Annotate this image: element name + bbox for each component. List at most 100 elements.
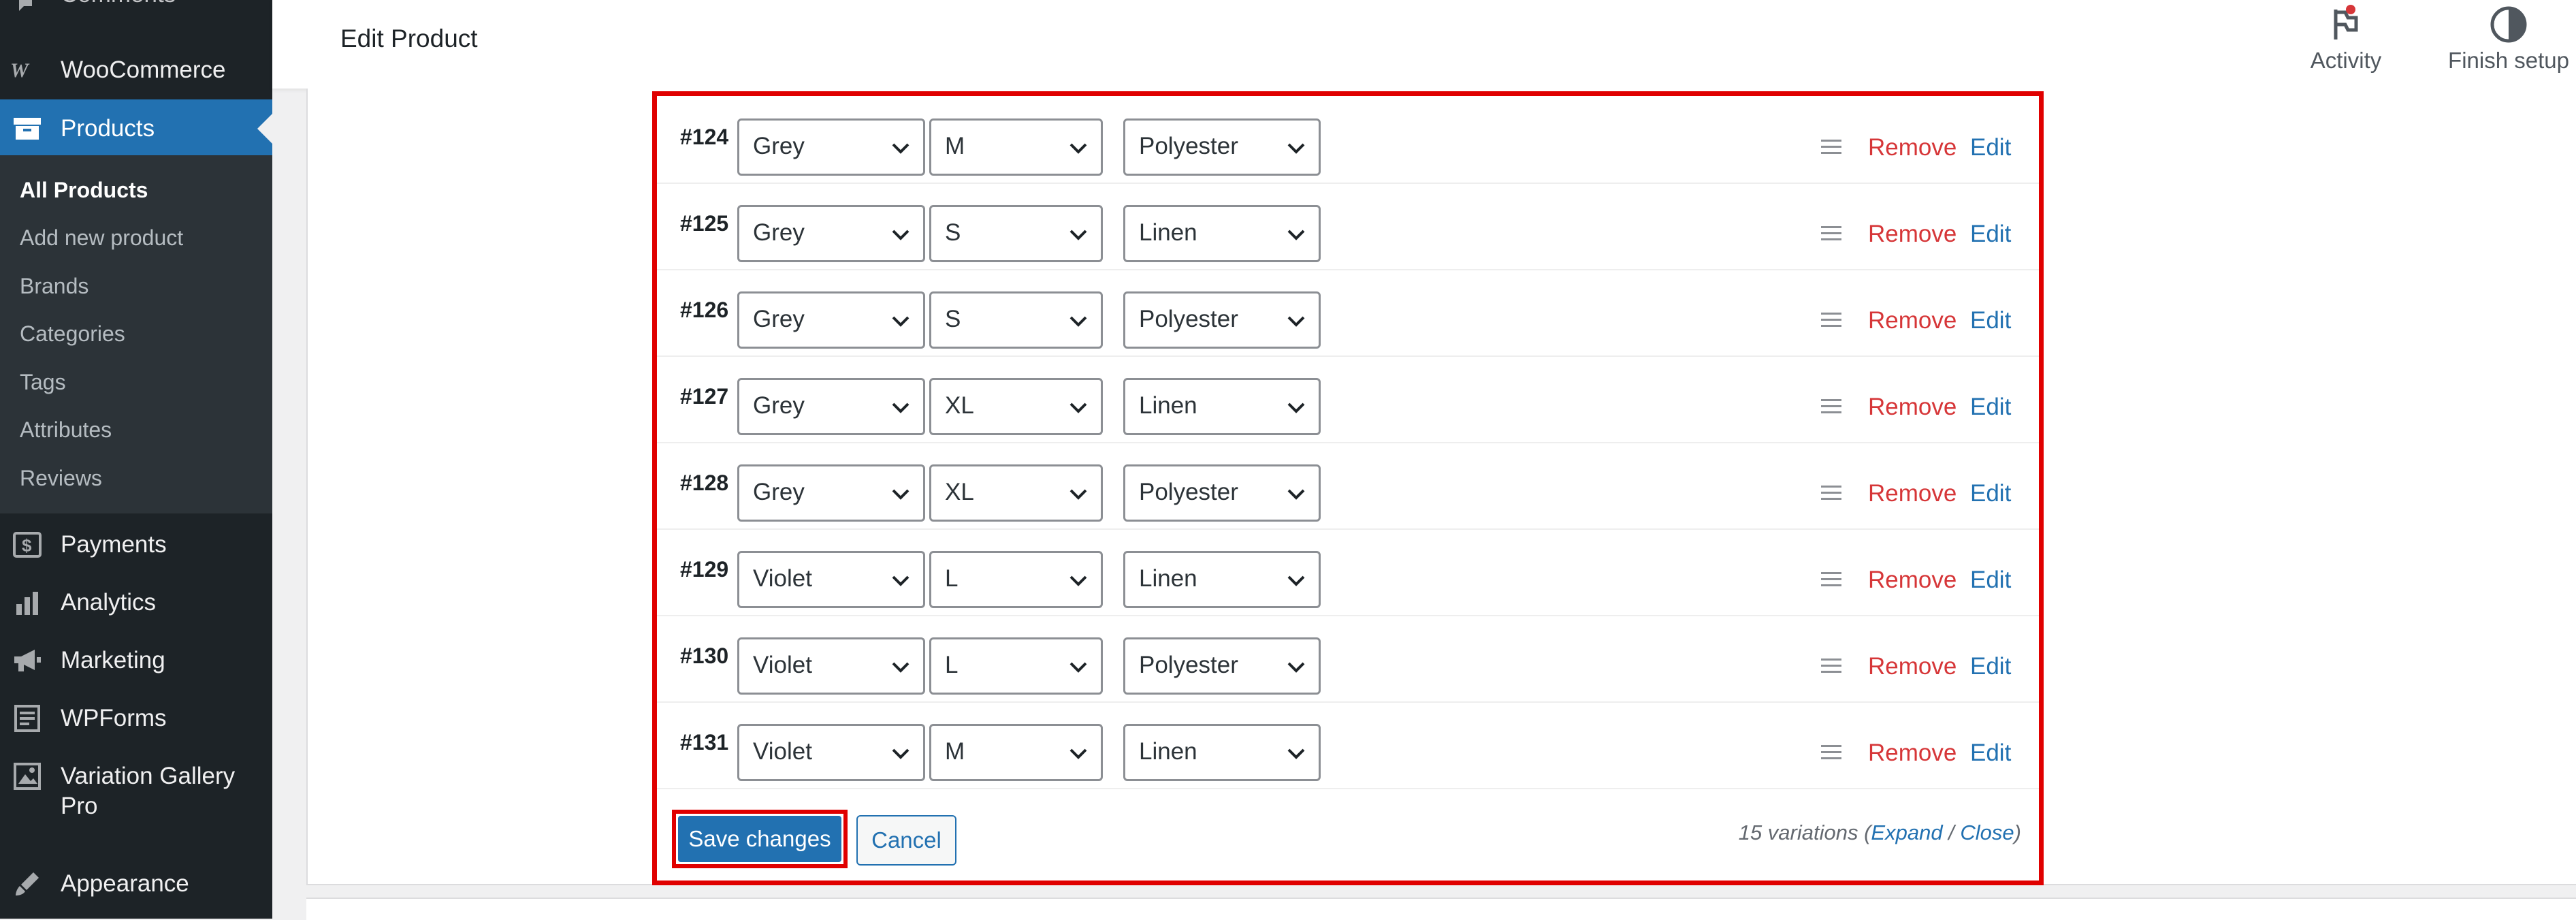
material-select[interactable]: Polyester bbox=[1123, 637, 1321, 695]
cancel-button[interactable]: Cancel bbox=[856, 815, 956, 866]
edit-variation-link[interactable]: Edit bbox=[1970, 740, 2011, 767]
chevron-down-icon bbox=[1285, 223, 1308, 244]
color-select[interactable]: Grey bbox=[737, 118, 925, 176]
material-select-value: Polyester bbox=[1139, 652, 1238, 678]
menu-payments[interactable]: $ Payments bbox=[0, 526, 272, 564]
menu-woocommerce[interactable]: W WooCommerce bbox=[0, 53, 272, 87]
variations-count: 15 variations (Expand / Close) bbox=[1739, 821, 2021, 845]
color-select-value: Grey bbox=[753, 219, 805, 246]
material-select-value: Polyester bbox=[1139, 306, 1238, 332]
brush-icon bbox=[8, 865, 46, 903]
material-select[interactable]: Polyester bbox=[1123, 291, 1321, 349]
variations-count-suffix: ) bbox=[2014, 821, 2021, 844]
color-select-value: Grey bbox=[753, 306, 805, 332]
menu-analytics[interactable]: Analytics bbox=[0, 584, 272, 622]
submenu-brands[interactable]: Brands bbox=[20, 274, 88, 299]
remove-variation-link[interactable]: Remove bbox=[1868, 567, 1957, 594]
size-select[interactable]: XL bbox=[929, 378, 1103, 435]
drag-handle-icon[interactable] bbox=[1820, 311, 1843, 329]
save-changes-button[interactable]: Save changes bbox=[672, 810, 848, 868]
submenu-attributes[interactable]: Attributes bbox=[20, 417, 112, 443]
menu-woocommerce-label: WooCommerce bbox=[61, 57, 226, 83]
chevron-down-icon bbox=[889, 656, 912, 676]
edit-variation-link[interactable]: Edit bbox=[1970, 567, 2011, 594]
variation-row: #130 Violet L Polyester Remove Edit bbox=[657, 615, 2039, 703]
remove-variation-link[interactable]: Remove bbox=[1868, 221, 1957, 248]
remove-variation-link[interactable]: Remove bbox=[1868, 480, 1957, 507]
chevron-down-icon bbox=[889, 483, 912, 503]
menu-wpforms[interactable]: WPForms bbox=[0, 699, 272, 737]
page-title: Edit Product bbox=[340, 25, 478, 52]
remove-variation-link[interactable]: Remove bbox=[1868, 740, 1957, 767]
remove-variation-link[interactable]: Remove bbox=[1868, 653, 1957, 680]
material-select[interactable]: Polyester bbox=[1123, 464, 1321, 522]
remove-variation-link[interactable]: Remove bbox=[1868, 394, 1957, 421]
size-select[interactable]: S bbox=[929, 291, 1103, 349]
chevron-down-icon bbox=[1285, 396, 1308, 417]
material-select[interactable]: Linen bbox=[1123, 205, 1321, 262]
size-select[interactable]: L bbox=[929, 551, 1103, 608]
edit-variation-link[interactable]: Edit bbox=[1970, 653, 2011, 680]
submenu-all-products[interactable]: All Products bbox=[20, 178, 148, 203]
size-select[interactable]: M bbox=[929, 724, 1103, 781]
submenu-reviews[interactable]: Reviews bbox=[20, 466, 102, 491]
chevron-down-icon bbox=[1285, 569, 1308, 590]
variation-row: #131 Violet M Linen Remove Edit bbox=[657, 701, 2039, 789]
drag-handle-icon[interactable] bbox=[1820, 744, 1843, 761]
material-select[interactable]: Linen bbox=[1123, 378, 1321, 435]
color-select[interactable]: Grey bbox=[737, 291, 925, 349]
submenu-add-new-product[interactable]: Add new product bbox=[20, 225, 183, 251]
menu-products[interactable]: Products bbox=[0, 99, 272, 158]
chevron-down-icon bbox=[1067, 310, 1090, 330]
drag-handle-icon[interactable] bbox=[1820, 138, 1843, 156]
color-select[interactable]: Grey bbox=[737, 464, 925, 522]
close-link[interactable]: Close bbox=[1960, 821, 2014, 844]
comment-icon bbox=[8, 0, 46, 23]
edit-variation-link[interactable]: Edit bbox=[1970, 307, 2011, 334]
chevron-down-icon bbox=[1067, 223, 1090, 244]
expand-close-separator: / bbox=[1942, 821, 1961, 844]
material-select[interactable]: Linen bbox=[1123, 551, 1321, 608]
save-changes-label: Save changes bbox=[678, 816, 841, 862]
activity-button[interactable]: Activity bbox=[2291, 0, 2400, 89]
chevron-down-icon bbox=[1067, 742, 1090, 763]
size-select[interactable]: M bbox=[929, 118, 1103, 176]
size-select[interactable]: L bbox=[929, 637, 1103, 695]
expand-link[interactable]: Expand bbox=[1871, 821, 1942, 844]
activity-label: Activity bbox=[2310, 48, 2382, 73]
menu-comments[interactable]: Comments bbox=[0, 0, 272, 12]
color-select[interactable]: Violet bbox=[737, 551, 925, 608]
edit-variation-link[interactable]: Edit bbox=[1970, 480, 2011, 507]
drag-handle-icon[interactable] bbox=[1820, 225, 1843, 242]
submenu-tags[interactable]: Tags bbox=[20, 370, 66, 395]
gallery-icon bbox=[8, 757, 46, 795]
drag-handle-icon[interactable] bbox=[1820, 657, 1843, 675]
submenu-categories[interactable]: Categories bbox=[20, 321, 125, 347]
size-select-value: XL bbox=[945, 479, 974, 505]
finish-setup-button[interactable]: Finish setup bbox=[2444, 0, 2573, 89]
size-select[interactable]: XL bbox=[929, 464, 1103, 522]
remove-variation-link[interactable]: Remove bbox=[1868, 134, 1957, 161]
material-select[interactable]: Linen bbox=[1123, 724, 1321, 781]
material-select-value: Polyester bbox=[1139, 133, 1238, 159]
drag-handle-icon[interactable] bbox=[1820, 571, 1843, 588]
edit-variation-link[interactable]: Edit bbox=[1970, 394, 2011, 421]
edit-variation-link[interactable]: Edit bbox=[1970, 134, 2011, 161]
size-select-value: XL bbox=[945, 392, 974, 419]
material-select[interactable]: Polyester bbox=[1123, 118, 1321, 176]
color-select[interactable]: Violet bbox=[737, 637, 925, 695]
edit-variation-link[interactable]: Edit bbox=[1970, 221, 2011, 248]
variation-row: #124 Grey M Polyester Remove Edit bbox=[657, 96, 2039, 184]
menu-variation-gallery-line1: Variation Gallery bbox=[61, 763, 236, 789]
color-select[interactable]: Grey bbox=[737, 205, 925, 262]
menu-marketing[interactable]: Marketing bbox=[0, 641, 272, 680]
menu-variation-gallery-pro[interactable]: Variation Gallery Pro bbox=[0, 757, 272, 825]
menu-appearance[interactable]: Appearance bbox=[0, 865, 272, 903]
size-select[interactable]: S bbox=[929, 205, 1103, 262]
drag-handle-icon[interactable] bbox=[1820, 398, 1843, 415]
remove-variation-link[interactable]: Remove bbox=[1868, 307, 1957, 334]
color-select[interactable]: Grey bbox=[737, 378, 925, 435]
chevron-down-icon bbox=[1067, 396, 1090, 417]
drag-handle-icon[interactable] bbox=[1820, 484, 1843, 502]
color-select[interactable]: Violet bbox=[737, 724, 925, 781]
